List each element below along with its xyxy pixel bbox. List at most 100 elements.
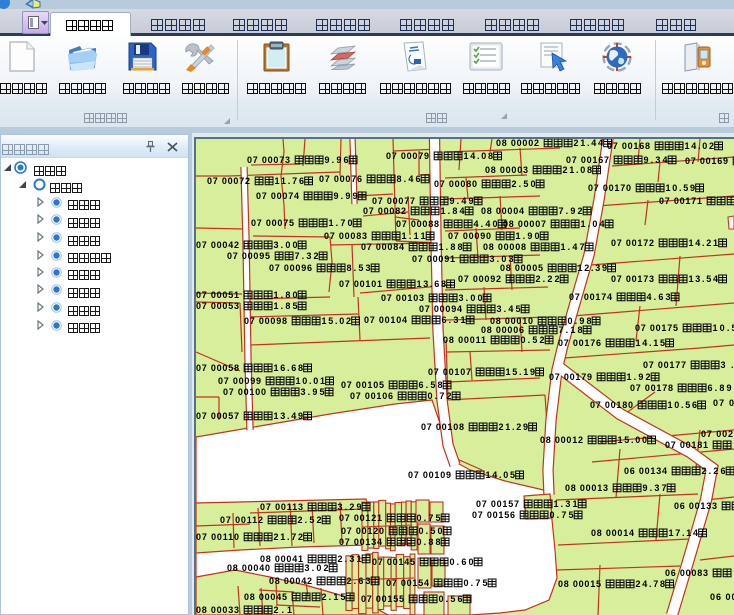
svg-text:14.02: 14.02 [685, 141, 715, 151]
svg-text:1.85: 1.85 [274, 301, 298, 311]
svg-text:8.53: 8.53 [347, 263, 371, 273]
svg-text:07 00091: 07 00091 [412, 254, 455, 264]
svg-text:07 00109: 07 00109 [408, 470, 451, 480]
svg-text:07 00092: 07 00092 [458, 274, 501, 284]
svg-text:1.90: 1.90 [516, 231, 540, 241]
svg-text:07 00172: 07 00172 [611, 238, 654, 248]
svg-text:21.08: 21.08 [563, 165, 593, 175]
svg-text:07 00098: 07 00098 [244, 316, 287, 326]
svg-text:0.75: 0.75 [464, 578, 488, 588]
svg-text:08 00033: 08 00033 [196, 605, 239, 615]
svg-text:07 00096: 07 00096 [269, 263, 312, 273]
svg-text:1.47: 1.47 [561, 242, 585, 252]
svg-text:2.22: 2.22 [536, 274, 560, 284]
svg-text:07 00112: 07 00112 [220, 515, 263, 525]
svg-text:1.88: 1.88 [439, 242, 463, 252]
svg-text:24.78: 24.78 [636, 579, 666, 589]
svg-text:2.63: 2.63 [347, 576, 371, 586]
svg-text:07 00088: 07 00088 [396, 219, 439, 229]
svg-text:06 00: 06 00 [710, 592, 734, 602]
svg-text:15.00: 15.00 [618, 435, 648, 445]
svg-text:07 00058: 07 00058 [196, 363, 239, 373]
svg-text:08 00007: 08 00007 [503, 219, 546, 229]
svg-text:07 00179: 07 00179 [549, 372, 592, 382]
svg-text:1.92: 1.92 [627, 372, 651, 382]
svg-text:07 00076: 07 00076 [319, 174, 362, 184]
svg-text:16.68: 16.68 [274, 363, 304, 373]
svg-text:07 00101: 07 00101 [339, 279, 382, 289]
svg-text:08 00045: 08 00045 [244, 592, 287, 602]
svg-text:2.1: 2.1 [274, 605, 293, 615]
svg-text:14.05: 14.05 [486, 470, 516, 480]
svg-text:06 00133: 06 00133 [674, 501, 717, 511]
svg-text:06 00134: 06 00134 [624, 466, 667, 476]
svg-text:07 00175: 07 00175 [635, 323, 678, 333]
svg-text:08 00003: 08 00003 [485, 165, 528, 175]
svg-text:07 00155: 07 00155 [361, 594, 404, 604]
svg-text:9.99: 9.99 [334, 191, 358, 201]
svg-text:07 00120: 07 00120 [341, 526, 384, 536]
svg-text:07 00105: 07 00105 [341, 380, 384, 390]
svg-text:10.56: 10.56 [668, 400, 698, 410]
svg-text:07 00169: 07 00169 [685, 156, 728, 166]
svg-text:07 00075: 07 00075 [251, 218, 294, 228]
svg-text:13.54: 13.54 [689, 274, 719, 284]
svg-text:07 00079: 07 00079 [386, 151, 429, 161]
svg-text:3.02: 3.02 [305, 563, 329, 573]
svg-text:07 00168: 07 00168 [607, 141, 650, 151]
svg-text:07 0: 07 0 [713, 398, 734, 408]
svg-text:07 00042: 07 00042 [196, 240, 239, 250]
svg-text:07 00167: 07 00167 [566, 155, 609, 165]
svg-text:08 00005: 08 00005 [500, 263, 543, 273]
svg-text:0.60: 0.60 [450, 557, 474, 567]
svg-text:1.84: 1.84 [441, 206, 465, 216]
svg-text:08 00008: 08 00008 [483, 242, 526, 252]
svg-text:07 00090: 07 00090 [448, 231, 491, 241]
svg-text:08 00004: 08 00004 [481, 206, 524, 216]
svg-text:07 00072: 07 00072 [207, 176, 250, 186]
svg-text:07 00106: 07 00106 [350, 391, 393, 401]
svg-text:07 00180: 07 00180 [590, 400, 633, 410]
svg-text:10.01: 10.01 [296, 376, 326, 386]
svg-text:07 00107: 07 00107 [428, 367, 471, 377]
svg-text:08 00006: 08 00006 [481, 325, 524, 335]
svg-text:13.49: 13.49 [274, 411, 304, 421]
svg-text:3.95: 3.95 [301, 387, 325, 397]
svg-text:07 00094: 07 00094 [419, 304, 462, 314]
svg-text:07 00170: 07 00170 [588, 183, 631, 193]
svg-text:2.50: 2.50 [512, 179, 536, 189]
svg-text:08 00013: 08 00013 [565, 483, 608, 493]
svg-text:0.88: 0.88 [417, 537, 441, 547]
svg-text:08 00042: 08 00042 [269, 576, 312, 586]
svg-text:06 00083: 06 00083 [665, 568, 708, 578]
svg-text:08 00002: 08 00002 [496, 139, 539, 148]
svg-text:07 00178: 07 00178 [630, 383, 673, 393]
svg-text:07 00095: 07 00095 [227, 251, 270, 261]
svg-text:0.52: 0.52 [521, 335, 545, 345]
svg-text:3.29: 3.29 [338, 502, 362, 512]
svg-text:15.02: 15.02 [322, 316, 352, 326]
svg-text:0.75: 0.75 [417, 513, 441, 523]
svg-text:3.00: 3.00 [274, 240, 298, 250]
svg-text:1.70: 1.70 [329, 218, 353, 228]
svg-text:6.89: 6.89 [708, 383, 732, 393]
svg-text:6.31: 6.31 [442, 315, 466, 325]
svg-text:07 00077: 07 00077 [372, 196, 415, 206]
svg-text:14.21: 14.21 [689, 238, 719, 248]
svg-text:1.31: 1.31 [554, 499, 578, 509]
svg-text:3.45: 3.45 [497, 304, 521, 314]
svg-text:1.11: 1.11 [402, 231, 426, 241]
svg-text:07 00083: 07 00083 [324, 231, 367, 241]
svg-text:1.04: 1.04 [581, 219, 605, 229]
svg-text:07 00053: 07 00053 [196, 301, 239, 311]
svg-text:07 00173: 07 00173 [611, 274, 654, 284]
svg-text:07 00181: 07 00181 [665, 440, 708, 450]
svg-text:07 00177: 07 00177 [643, 360, 686, 370]
svg-text:4.63: 4.63 [647, 292, 671, 302]
svg-text:9.34: 9.34 [644, 155, 668, 165]
svg-text:07 00074: 07 00074 [256, 191, 299, 201]
svg-text:14.08: 14.08 [464, 151, 494, 161]
svg-text:07 00171: 07 00171 [659, 196, 702, 206]
svg-text:21.72: 21.72 [274, 532, 304, 542]
svg-text:21.44: 21.44 [574, 139, 604, 148]
